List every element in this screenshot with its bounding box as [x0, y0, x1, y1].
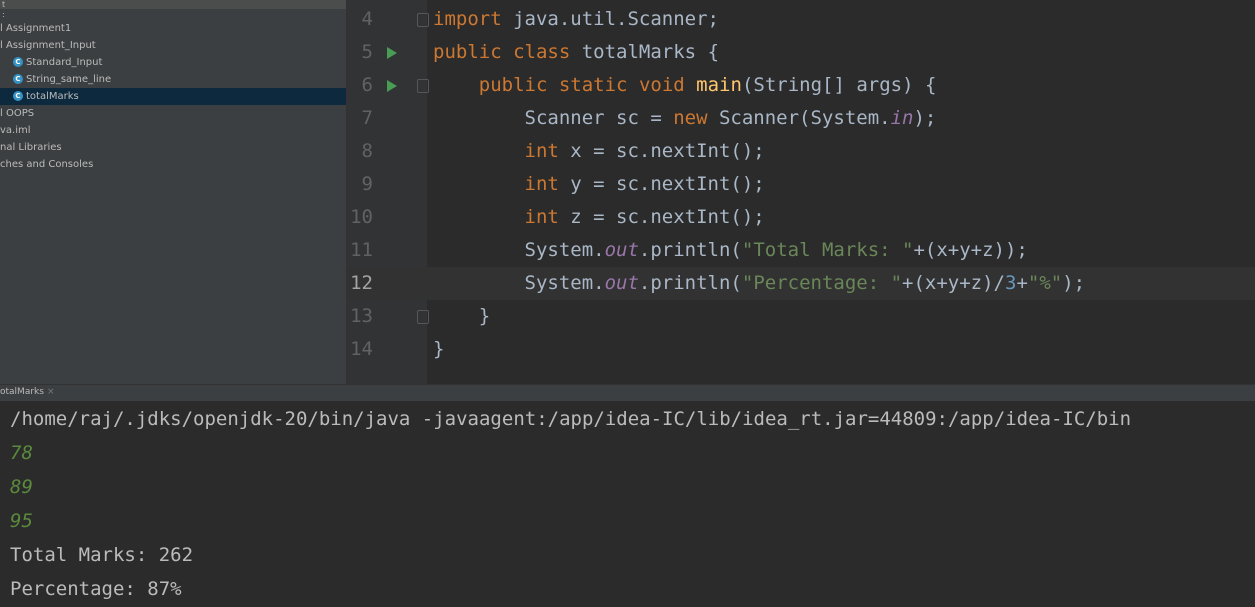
- tree-item-ches-and-consoles[interactable]: ches and Consoles: [0, 156, 346, 173]
- code-line[interactable]: 10 int z = sc.nextInt();: [347, 201, 1255, 234]
- code-line[interactable]: 11 System.out.println("Total Marks: "+(x…: [347, 234, 1255, 267]
- line-number: 11: [350, 239, 373, 261]
- tree-item-label: Standard_Input: [26, 57, 103, 68]
- close-icon[interactable]: ×: [47, 387, 55, 397]
- run-tab-label: otalMarks: [0, 387, 44, 397]
- project-header-sub: :: [2, 10, 5, 19]
- console-input-line: 89: [10, 476, 33, 498]
- code-line[interactable]: 14}: [347, 333, 1255, 366]
- tree-item-label: va.iml: [0, 125, 31, 136]
- java-class-icon: C: [13, 74, 23, 84]
- run-gutter-icon[interactable]: [387, 47, 397, 59]
- tree-item-l-assignment1[interactable]: l Assignment1: [0, 20, 346, 37]
- code-text: }: [433, 338, 445, 360]
- run-gutter-icon[interactable]: [387, 80, 397, 92]
- tree-item-totalmarks[interactable]: CtotalMarks: [0, 88, 346, 105]
- code-text: System.out.println("Percentage: "+(x+y+z…: [433, 272, 1086, 294]
- tree-item-l-oops[interactable]: l OOPS: [0, 105, 346, 122]
- tree-item-label: String_same_line: [26, 74, 112, 85]
- code-line[interactable]: 8 int x = sc.nextInt();: [347, 135, 1255, 168]
- fold-marker-icon[interactable]: [417, 13, 429, 27]
- project-header-text: t: [2, 0, 6, 9]
- fold-marker-icon[interactable]: [417, 310, 429, 324]
- run-tab-totalmarks[interactable]: otalMarks ×: [0, 387, 54, 397]
- tree-item-label: nal Libraries: [0, 142, 62, 153]
- code-line[interactable]: 13 }: [347, 300, 1255, 333]
- fold-marker-icon[interactable]: [417, 79, 429, 93]
- line-number: 14: [350, 338, 373, 360]
- java-class-icon: C: [13, 57, 23, 67]
- tree-item-standard-input[interactable]: C Standard_Input: [0, 54, 346, 71]
- code-text: System.out.println("Total Marks: "+(x+y+…: [433, 239, 1028, 261]
- console-command-line: /home/raj/.jdks/openjdk-20/bin/java -jav…: [10, 408, 1132, 430]
- line-number: 10: [350, 206, 373, 228]
- code-line[interactable]: 4 import java.util.Scanner;: [347, 3, 1255, 36]
- java-class-icon: C: [13, 91, 23, 101]
- tree-item-label: l Assignment_Input: [0, 40, 96, 51]
- code-text: Scanner sc = new Scanner(System.in);: [433, 107, 937, 129]
- tree-item-label: l OOPS: [0, 108, 35, 119]
- tree-item-string-same-line[interactable]: C String_same_line: [0, 71, 346, 88]
- code-line[interactable]: 12 System.out.println("Percentage: "+(x+…: [347, 267, 1255, 300]
- line-number: 6: [361, 74, 373, 96]
- code-text: public static void main(String[] args) {: [478, 74, 937, 96]
- line-number: 7: [361, 107, 373, 129]
- run-console[interactable]: /home/raj/.jdks/openjdk-20/bin/java -jav…: [0, 401, 1255, 607]
- line-number: 13: [350, 305, 373, 327]
- project-panel: t : l Assignment1 l Assignment_Input C Stan…: [0, 0, 347, 384]
- code-text: public class totalMarks {: [433, 41, 720, 63]
- code-text: int y = sc.nextInt();: [524, 173, 765, 195]
- line-number: 8: [361, 140, 373, 162]
- tree-item-l-assignment-input[interactable]: l Assignment_Input: [0, 37, 346, 54]
- console-input-line: 95: [10, 510, 33, 532]
- console-output-line: Percentage: 87%: [10, 578, 182, 600]
- console-output-line: Total Marks: 262: [10, 544, 194, 566]
- code-line[interactable]: 5 public class totalMarks {: [347, 36, 1255, 69]
- project-tree: l Assignment1 l Assignment_Input C Standard…: [0, 20, 346, 173]
- code-text: int z = sc.nextInt();: [524, 206, 765, 228]
- tree-item-nal-libraries[interactable]: nal Libraries: [0, 139, 346, 156]
- code-line[interactable]: 6 public static void main(String[] args)…: [347, 69, 1255, 102]
- tree-item-label: ches and Consoles: [0, 159, 94, 170]
- line-number: 9: [361, 173, 373, 195]
- tree-item-va-iml[interactable]: va.iml: [0, 122, 346, 139]
- code-text: import java.util.Scanner;: [433, 8, 719, 30]
- console-input-line: 78: [10, 442, 33, 464]
- line-number: 12: [350, 272, 373, 294]
- project-panel-header: t: [0, 0, 346, 9]
- run-tool-window-tabbar: otalMarks ×: [0, 384, 1255, 402]
- code-line[interactable]: 9 int y = sc.nextInt();: [347, 168, 1255, 201]
- code-text: }: [433, 305, 491, 327]
- code-text: int x = sc.nextInt();: [524, 140, 765, 162]
- code-editor[interactable]: 4 import java.util.Scanner; 5 public class …: [347, 0, 1255, 384]
- line-number: 4: [361, 8, 373, 30]
- tree-item-label: totalMarks: [26, 91, 79, 102]
- code-line[interactable]: 7 Scanner sc = new Scanner(System.in);: [347, 102, 1255, 135]
- line-number: 5: [361, 41, 373, 63]
- tree-item-label: l Assignment1: [0, 23, 72, 34]
